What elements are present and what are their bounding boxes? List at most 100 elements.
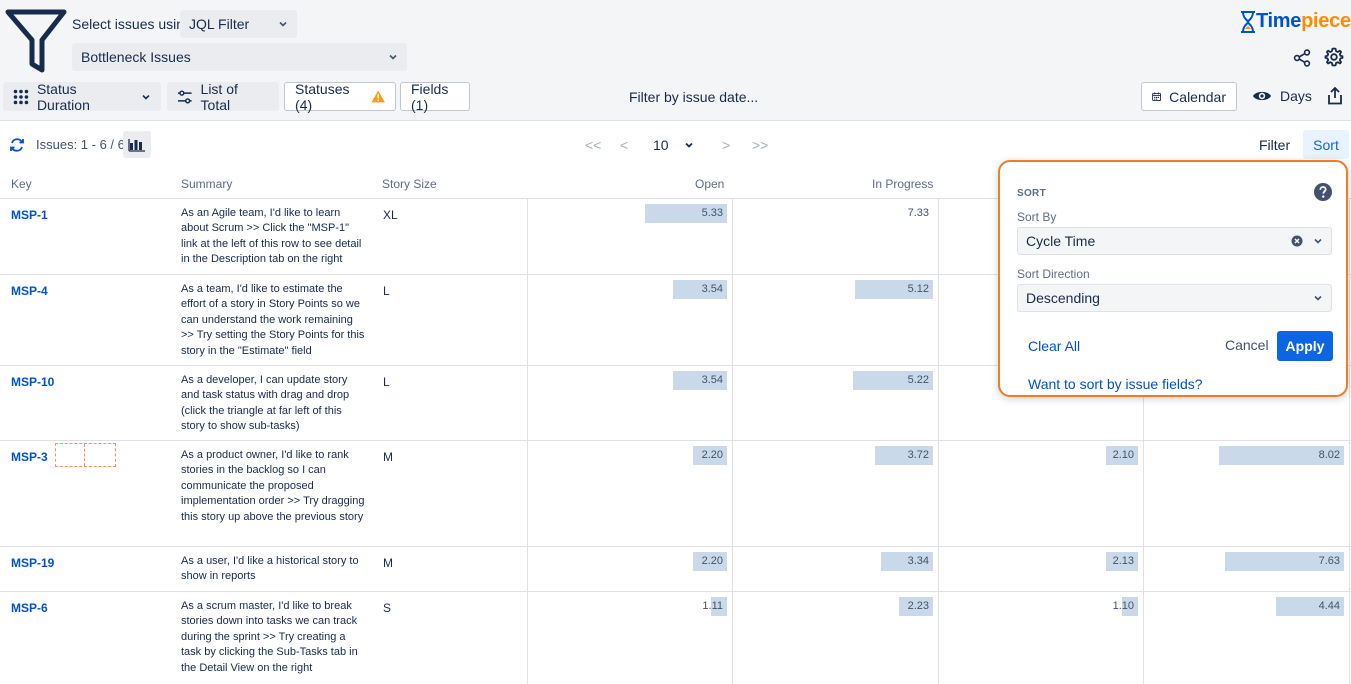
issue-key-link[interactable]: MSP-6 — [11, 601, 48, 615]
fields-button[interactable]: Fields (1) — [400, 80, 470, 113]
sliders-icon — [177, 89, 192, 104]
help-icon[interactable] — [1313, 182, 1333, 202]
statuses-button[interactable]: Statuses (4) — [284, 80, 396, 113]
story-size: M — [383, 450, 393, 464]
drop-target-box — [55, 443, 116, 467]
row-divider — [0, 591, 1351, 592]
divider — [1349, 198, 1350, 684]
column-header-in-progress[interactable]: In Progress — [872, 177, 933, 191]
duration-value: 8.02 — [1318, 449, 1340, 461]
sort-by-value: Cycle Time — [1026, 233, 1096, 249]
eye-icon — [1253, 91, 1271, 101]
chevron-down-icon[interactable] — [684, 140, 694, 150]
days-toggle[interactable]: Days — [1252, 88, 1312, 104]
pager-prev-button[interactable]: < — [620, 137, 628, 153]
funnel-icon — [5, 9, 67, 73]
story-size: L — [383, 284, 390, 298]
grid-icon — [13, 89, 29, 104]
issue-key-link[interactable]: MSP-10 — [11, 375, 54, 389]
clear-icon[interactable] — [1291, 235, 1303, 247]
duration-value: 5.22 — [907, 374, 929, 386]
filter-select[interactable]: Bottleneck Issues — [72, 43, 407, 71]
clear-all-button[interactable]: Clear All — [1028, 338, 1080, 354]
calendar-label: Calendar — [1169, 88, 1226, 105]
chevron-down-icon — [142, 94, 150, 100]
story-size: L — [383, 375, 390, 389]
column-header-key[interactable]: Key — [11, 177, 32, 191]
header-bar: Select issues using JQL Filter Bottlenec… — [0, 0, 1351, 121]
duration-value: 3.72 — [907, 449, 929, 461]
duration-value: 5.33 — [701, 207, 723, 219]
duration-value: 7.33 — [907, 207, 929, 219]
issue-key-link[interactable]: MSP-1 — [11, 208, 48, 222]
pager-last-button[interactable]: >> — [752, 137, 768, 153]
issue-summary: As a scrum master, I'd like to break sto… — [181, 600, 358, 674]
column-header-open[interactable]: Open — [695, 177, 724, 191]
status-duration-button[interactable]: Status Duration — [3, 80, 161, 113]
select-issues-label: Select issues using — [72, 16, 192, 32]
story-size: M — [383, 556, 393, 570]
sort-by-issue-fields-link[interactable]: Want to sort by issue fields? — [1028, 376, 1203, 392]
duration-value: 1.11 — [702, 600, 723, 612]
hourglass-icon — [1241, 10, 1255, 33]
share-icon — [1293, 49, 1311, 67]
column-header-summary[interactable]: Summary — [181, 177, 232, 191]
issue-summary: As a product owner, I'd like to rank sto… — [181, 449, 365, 523]
cancel-button[interactable]: Cancel — [1225, 337, 1269, 353]
chevron-down-icon — [279, 21, 287, 27]
settings-button[interactable] — [1323, 46, 1345, 68]
fields-label: Fields (1) — [411, 80, 449, 113]
warning-icon — [371, 90, 385, 103]
timepiece-logo: Timepiece — [1240, 10, 1351, 33]
duration-value: 3.54 — [701, 374, 723, 386]
share-button[interactable] — [1291, 47, 1313, 69]
issue-source-select[interactable]: JQL Filter — [180, 10, 297, 38]
sort-by-select[interactable]: Cycle Time — [1017, 227, 1332, 255]
filter-select-value: Bottleneck Issues — [81, 49, 191, 65]
tab-sort[interactable]: Sort — [1303, 130, 1349, 159]
issue-source-value: JQL Filter — [189, 16, 250, 32]
duration-value: 5.12 — [907, 283, 929, 295]
calendar-icon — [1152, 92, 1162, 101]
apply-button[interactable]: Apply — [1277, 331, 1333, 361]
chart-view-button[interactable] — [123, 131, 151, 158]
issue-summary: As an Agile team, I'd like to learn abou… — [181, 207, 362, 266]
tab-filter[interactable]: Filter — [1259, 137, 1290, 153]
refresh-icon[interactable] — [9, 137, 25, 153]
column-header-story-size[interactable]: Story Size — [382, 177, 437, 191]
export-icon — [1328, 87, 1342, 105]
chevron-down-icon — [389, 54, 397, 60]
calendar-button[interactable]: Calendar — [1141, 82, 1237, 111]
chevron-down-icon — [1314, 295, 1322, 301]
statuses-label: Statuses (4) — [295, 80, 350, 113]
list-of-total-label: List of Total — [200, 80, 238, 113]
issue-summary: As a user, I'd like a historical story t… — [181, 555, 359, 583]
pager-first-button[interactable]: << — [585, 137, 601, 153]
issue-key-link[interactable]: MSP-4 — [11, 284, 48, 298]
brand-part2: piece — [1301, 10, 1351, 32]
divider — [732, 198, 733, 684]
duration-value: 2.20 — [701, 449, 723, 461]
list-of-total-button[interactable]: List of Total — [167, 80, 279, 113]
sort-direction-select[interactable]: Descending — [1017, 284, 1332, 312]
divider — [527, 198, 528, 684]
story-size: XL — [383, 208, 398, 222]
duration-value: 2.10 — [1112, 449, 1134, 461]
duration-value: 1.10 — [1112, 600, 1134, 612]
issues-count: Issues: 1 - 6 / 6 — [36, 137, 125, 152]
status-duration-label: Status Duration — [36, 80, 90, 113]
pager-next-button[interactable]: > — [722, 137, 730, 153]
duration-value: 4.44 — [1318, 600, 1340, 612]
filter-by-date-link[interactable]: Filter by issue date... — [629, 89, 758, 105]
page-size-select[interactable]: 10 — [653, 137, 669, 153]
issue-key-link[interactable]: MSP-3 — [11, 450, 48, 464]
sort-popup-title: SORT — [1017, 188, 1046, 199]
chevron-down-icon — [1314, 238, 1322, 244]
issue-key-link[interactable]: MSP-19 — [11, 556, 54, 570]
sort-popup: SORT Sort By Cycle Time Sort Direction D… — [998, 160, 1348, 397]
row-divider — [0, 546, 1351, 547]
duration-value: 7.63 — [1318, 555, 1340, 567]
sort-by-label: Sort By — [1017, 210, 1057, 224]
export-button[interactable] — [1325, 86, 1345, 106]
duration-value: 2.23 — [907, 600, 929, 612]
